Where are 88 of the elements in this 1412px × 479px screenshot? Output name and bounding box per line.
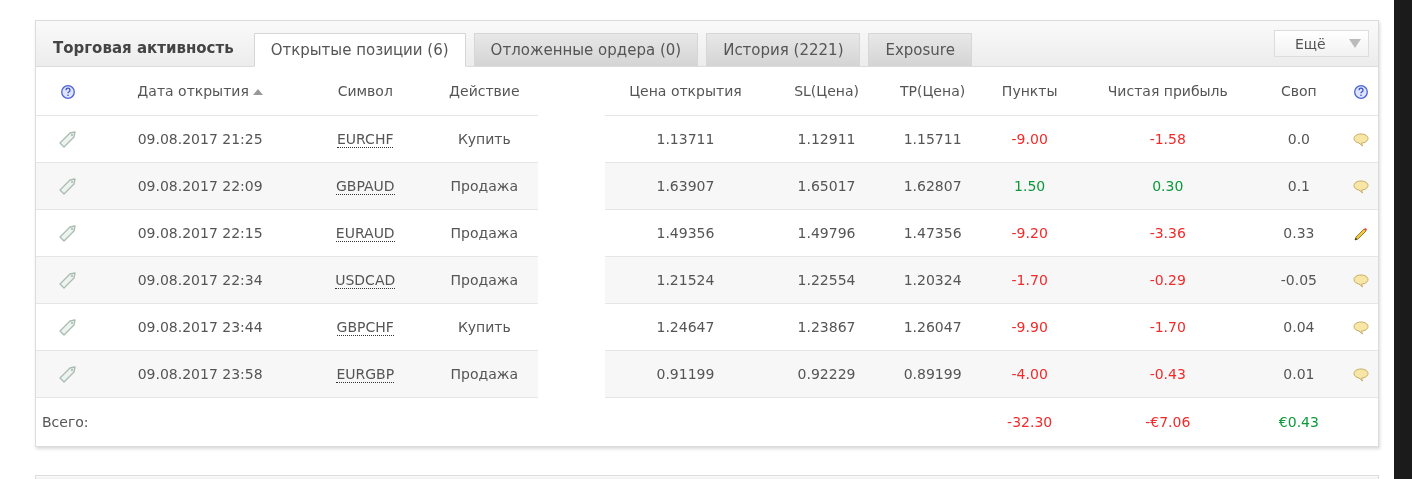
- table-cell: 1.20324: [903, 272, 962, 288]
- tag-icon[interactable]: [58, 270, 78, 290]
- symbol-link[interactable]: EURGBP: [336, 366, 395, 383]
- speech-bubble-icon[interactable]: [1352, 178, 1369, 195]
- speech-bubble-icon[interactable]: [1352, 131, 1369, 148]
- table-cell: 0.33: [1283, 225, 1315, 241]
- symbol-link[interactable]: EURAUD: [335, 225, 395, 242]
- column-header[interactable]: Чистая прибыль: [1081, 67, 1254, 116]
- table-cell: 0.91199: [656, 366, 715, 382]
- table-cell: 09.08.2017 21:25: [137, 131, 263, 147]
- table-cell: 1.15711: [903, 131, 962, 147]
- table-cell: 09.08.2017 23:44: [137, 319, 263, 335]
- table-cell: -1.58: [1149, 131, 1186, 147]
- table-cell: 1.47356: [903, 225, 962, 241]
- table-cell: -0.43: [1149, 366, 1186, 382]
- speech-bubble-icon[interactable]: [1352, 272, 1369, 289]
- table-cell: 09.08.2017 23:58: [137, 366, 263, 382]
- symbol-link[interactable]: GBPAUD: [335, 178, 395, 195]
- column-header[interactable]: Дата открытия: [100, 67, 301, 116]
- table-cell: 0.92229: [797, 366, 856, 382]
- table-cell: 1.22554: [797, 272, 856, 288]
- table-cell: 1.62807: [903, 178, 962, 194]
- column-header[interactable]: Цена открытия: [605, 67, 766, 116]
- table-cell: 1.50: [1014, 178, 1046, 194]
- table-cell: -4.00: [1011, 366, 1048, 382]
- table-cell: 1.26047: [903, 319, 962, 335]
- speech-bubble-icon[interactable]: [1352, 366, 1369, 383]
- table-cell: 09.08.2017 22:34: [137, 272, 263, 288]
- table-cell: -9.00: [1011, 131, 1048, 147]
- table-cell: 1.12911: [797, 131, 856, 147]
- table-cell: 1.24647: [656, 319, 715, 335]
- table-cell: 0.30: [1152, 178, 1184, 194]
- tab[interactable]: Отложенные ордера (0): [473, 33, 699, 67]
- table-cell: 1.23867: [797, 319, 856, 335]
- table-cell: -0.29: [1149, 272, 1186, 288]
- table-cell: Продажа: [450, 225, 519, 241]
- symbol-link[interactable]: USDCAD: [335, 272, 396, 289]
- column-header[interactable]: Пункты: [977, 67, 1082, 116]
- column-header[interactable]: Своп: [1253, 67, 1344, 116]
- table-cell: Продажа: [450, 272, 519, 288]
- total-value: -€7.06: [1145, 414, 1191, 430]
- table-cell: 09.08.2017 22:09: [137, 178, 263, 194]
- table-cell: 1.49796: [797, 225, 856, 241]
- tag-icon[interactable]: [58, 317, 78, 337]
- caret-icon: [1349, 39, 1361, 48]
- symbol-link[interactable]: EURCHF: [337, 131, 394, 148]
- symbol-link[interactable]: GBPCHF: [336, 319, 394, 336]
- tag-icon[interactable]: [58, 176, 78, 196]
- tab[interactable]: История (2221): [706, 33, 861, 67]
- more-dropdown[interactable]: Ещё: [1274, 30, 1369, 57]
- table-cell: Продажа: [450, 178, 519, 194]
- table-cell: -1.70: [1149, 319, 1186, 335]
- tab[interactable]: Exposure: [868, 33, 972, 67]
- column-header[interactable]: TP(Цена): [887, 67, 978, 116]
- total-value: -32.30: [1007, 414, 1053, 430]
- table-cell: 09.08.2017 22:15: [137, 225, 263, 241]
- table-cell: 0.89199: [903, 366, 962, 382]
- table-cell: -9.90: [1011, 319, 1048, 335]
- help-icon[interactable]: [1353, 85, 1368, 99]
- tag-icon[interactable]: [58, 223, 78, 243]
- tab[interactable]: Открытые позиции (6): [253, 33, 466, 67]
- tag-icon[interactable]: [58, 364, 78, 384]
- column-header[interactable]: SL(Цена): [765, 67, 888, 116]
- table-cell: 1.49356: [656, 225, 715, 241]
- table-cell: 1.63907: [656, 178, 715, 194]
- table-cell: -0.05: [1280, 272, 1317, 288]
- tag-icon[interactable]: [58, 129, 78, 149]
- table-cell: Купить: [457, 319, 511, 335]
- table-cell: Продажа: [450, 366, 519, 382]
- table-cell: 0.0: [1287, 131, 1310, 147]
- sort-ascending-icon: [252, 89, 263, 95]
- panel-title: Торговая активность: [53, 38, 234, 57]
- help-icon[interactable]: [61, 85, 75, 99]
- table-cell: 1.13711: [656, 131, 715, 147]
- column-header[interactable]: Символ: [300, 67, 431, 116]
- table-cell: -1.70: [1011, 272, 1048, 288]
- pencil-icon[interactable]: [1352, 225, 1369, 242]
- speech-bubble-icon[interactable]: [1352, 319, 1369, 336]
- table-cell: 1.21524: [656, 272, 715, 288]
- table-cell: 1.65017: [797, 178, 856, 194]
- table-cell: -3.36: [1149, 225, 1186, 241]
- table-cell: 0.04: [1283, 319, 1315, 335]
- total-value: €0.43: [1278, 414, 1319, 430]
- table-cell: -9.20: [1011, 225, 1048, 241]
- total-label: Всего:: [42, 414, 89, 430]
- table-cell: 0.1: [1287, 178, 1310, 194]
- table-cell: 0.01: [1283, 366, 1315, 382]
- table-cell: Купить: [457, 131, 511, 147]
